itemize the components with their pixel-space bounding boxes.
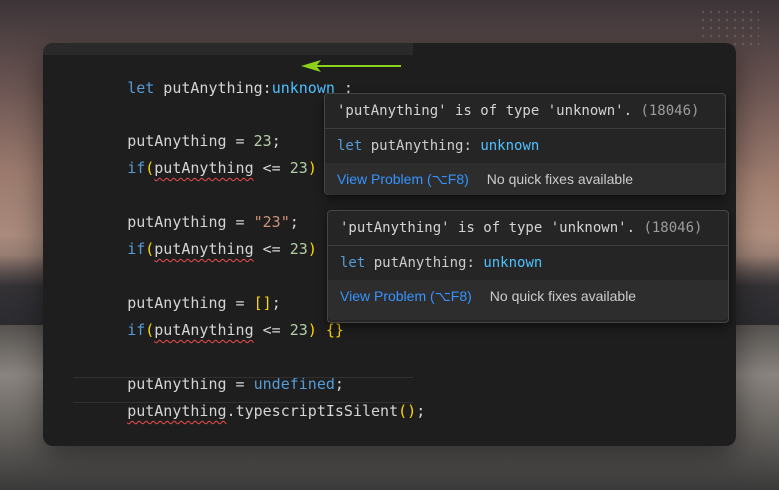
code-line-assign-undefined[interactable]: putAnything = undefined; — [73, 351, 344, 393]
keyword-if: if — [127, 321, 146, 339]
dot: . — [226, 402, 236, 420]
code-line-if-3[interactable]: if(putAnything <= 23) {} — [73, 297, 344, 339]
error-message: 'putAnything' is of type 'unknown'. — [340, 220, 636, 236]
hover-message: 'putAnything' is of type 'unknown'. (180… — [328, 211, 728, 245]
view-problem-link[interactable]: View Problem (⌥F8) — [337, 171, 469, 187]
identifier: putAnything — [154, 79, 263, 97]
paren-close: ) — [307, 321, 317, 339]
keyword-let: let — [127, 79, 155, 97]
paren-open: ( — [145, 321, 155, 339]
number-literal: 23 — [289, 240, 308, 258]
editor-top-bar — [43, 43, 413, 55]
hover-signature: let putAnything: unknown — [328, 246, 728, 280]
operator: <= — [253, 159, 290, 177]
braces: {} — [316, 321, 344, 339]
no-quick-fixes-label: No quick fixes available — [489, 288, 637, 304]
paren-close: ) — [307, 240, 317, 258]
hover-actions: View Problem (⌥F8) No quick fixes availab… — [328, 280, 728, 320]
no-quick-fixes-label: No quick fixes available — [486, 171, 634, 187]
view-problem-link[interactable]: View Problem (⌥F8) — [340, 288, 472, 304]
code-editor[interactable]: let putAnything:unknown ; putAnything = … — [43, 43, 736, 446]
number-literal: 23 — [289, 321, 308, 339]
code-line-assign-number[interactable]: putAnything = 23; — [73, 108, 281, 150]
identifier-error[interactable]: putAnything — [154, 240, 253, 258]
code-line-assign-array[interactable]: putAnything = []; — [73, 270, 281, 312]
signature-type: unknown — [480, 138, 540, 154]
identifier-error[interactable]: putAnything — [127, 402, 226, 420]
paren-open: ( — [145, 240, 155, 258]
keyword-if: if — [127, 240, 146, 258]
code-line-if-1[interactable]: if(putAnything <= 23) {} — [73, 135, 344, 177]
signature-name: putAnything: — [362, 138, 481, 154]
signature-type: unknown — [483, 255, 543, 271]
keyword-let: let — [340, 255, 366, 271]
code-line-if-2[interactable]: if(putAnything <= 23) {} — [73, 216, 344, 258]
keyword-if: if — [127, 159, 146, 177]
pointer-arrow-icon — [301, 60, 401, 72]
background-texture — [699, 8, 759, 48]
current-line-highlight — [73, 377, 413, 403]
method-name: typescriptIsSilent — [235, 402, 399, 420]
hover-actions: View Problem (⌥F8) No quick fixes availab… — [325, 163, 725, 195]
paren-close: ) — [307, 159, 317, 177]
keyword-let: let — [337, 138, 363, 154]
hover-signature: let putAnything: unknown — [325, 129, 725, 163]
signature-name: putAnything: — [365, 255, 484, 271]
error-message: 'putAnything' is of type 'unknown'. — [337, 103, 633, 119]
code-line-assign-string[interactable]: putAnything = "23"; — [73, 189, 299, 231]
error-code: (18046) — [643, 220, 703, 236]
error-hover-tooltip-2[interactable]: 'putAnything' is of type 'unknown'. (180… — [327, 210, 729, 323]
error-code: (18046) — [640, 103, 700, 119]
operator: <= — [253, 240, 290, 258]
operator: <= — [253, 321, 290, 339]
parens: () — [398, 402, 417, 420]
paren-open: ( — [145, 159, 155, 177]
hover-message: 'putAnything' is of type 'unknown'. (180… — [325, 94, 725, 128]
identifier-error[interactable]: putAnything — [154, 321, 253, 339]
semicolon: ; — [416, 402, 426, 420]
number-literal: 23 — [289, 159, 308, 177]
identifier-error[interactable]: putAnything — [154, 159, 253, 177]
error-hover-tooltip-1[interactable]: 'putAnything' is of type 'unknown'. (180… — [324, 93, 726, 195]
colon: : — [262, 79, 272, 97]
